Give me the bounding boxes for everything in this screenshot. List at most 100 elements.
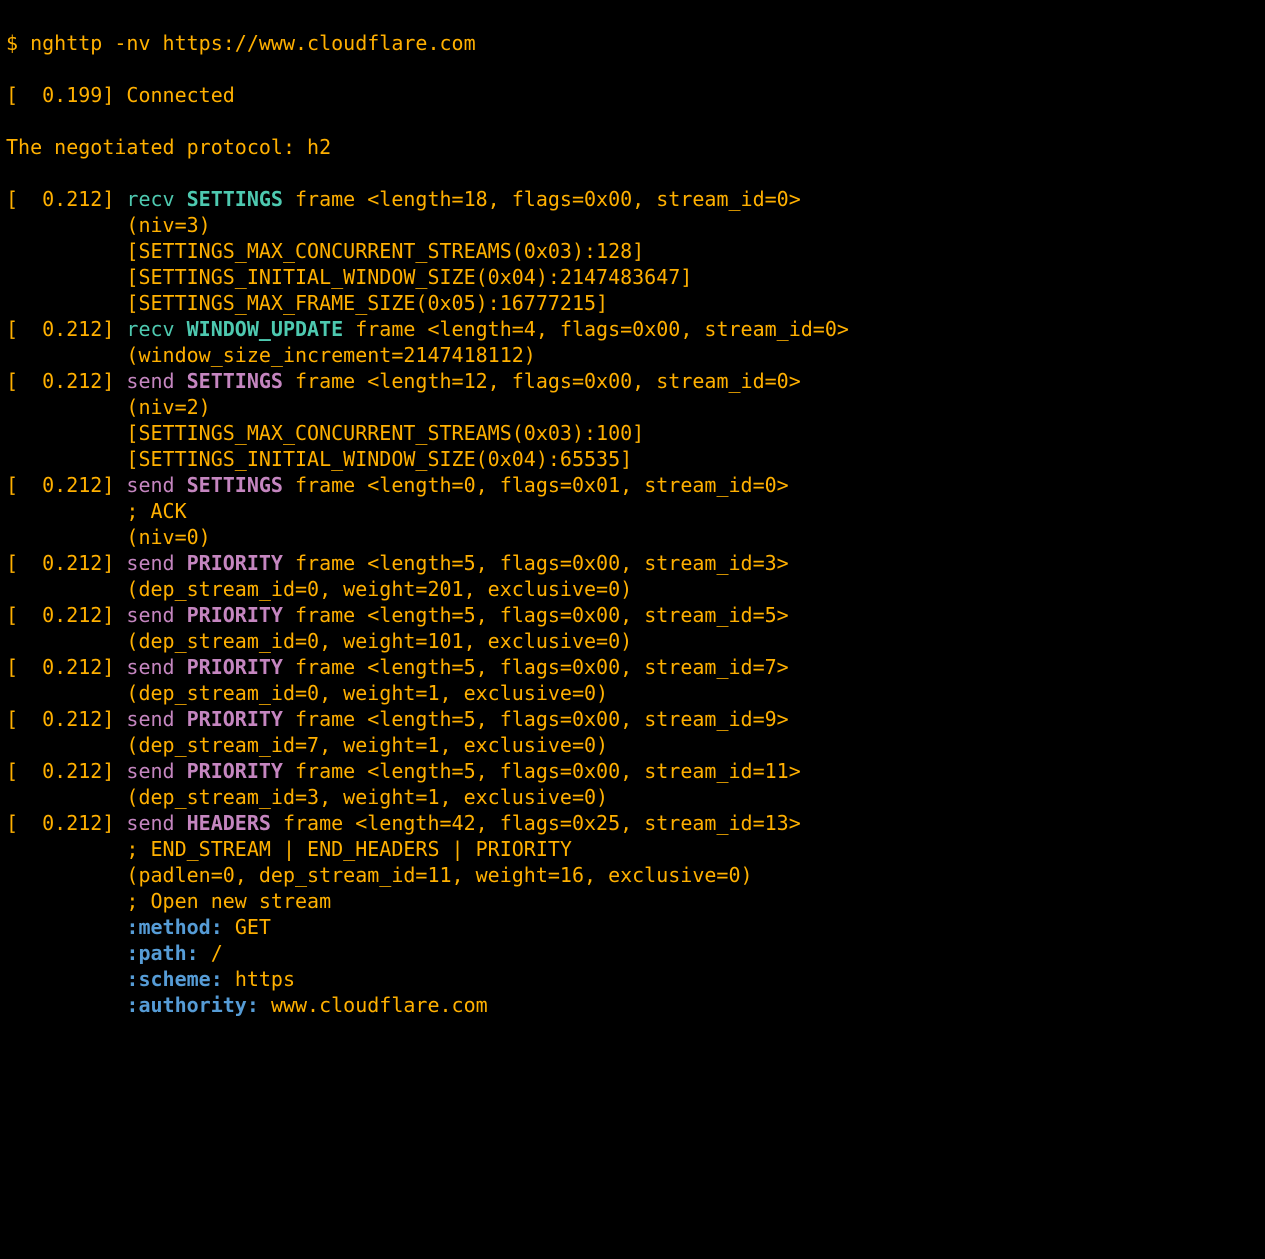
frame-keyword: PRIORITY xyxy=(187,707,283,731)
frame-desc: frame <length=0, flags=0x01, stream_id=0… xyxy=(283,473,789,497)
timestamp: [ 0.212] xyxy=(6,317,114,341)
recv-label: recv xyxy=(126,187,174,211)
send-label: send xyxy=(126,473,174,497)
pseudo-header-value: www.cloudflare.com xyxy=(271,993,488,1017)
frame-detail-text: (niv=0) xyxy=(126,525,210,549)
frames-block: [ 0.212] recv SETTINGS frame <length=18,… xyxy=(6,186,1259,1018)
send-label: send xyxy=(126,811,174,835)
frame-detail: [SETTINGS_MAX_CONCURRENT_STREAMS(0x03):1… xyxy=(6,238,1259,264)
frame-detail-text: (dep_stream_id=0, weight=101, exclusive=… xyxy=(126,629,632,653)
send-label: send xyxy=(126,759,174,783)
frame-header: [ 0.212] send SETTINGS frame <length=12,… xyxy=(6,368,1259,394)
command-line: $ nghttp -nv https://www.cloudflare.com xyxy=(6,30,1259,56)
prompt: $ xyxy=(6,31,30,55)
timestamp: [ 0.212] xyxy=(6,655,114,679)
colon: : xyxy=(211,915,223,939)
timestamp: [ 0.199] xyxy=(6,83,114,107)
connected-text: Connected xyxy=(114,83,234,107)
colon: : xyxy=(247,993,259,1017)
pseudo-header-name: :method xyxy=(126,915,210,939)
colon: : xyxy=(187,941,199,965)
frame-detail-text: (niv=3) xyxy=(126,213,210,237)
timestamp: [ 0.212] xyxy=(6,811,114,835)
frame-header: [ 0.212] send PRIORITY frame <length=5, … xyxy=(6,758,1259,784)
pseudo-header: :scheme: https xyxy=(6,966,1259,992)
frame-header: [ 0.212] send PRIORITY frame <length=5, … xyxy=(6,706,1259,732)
frame-header: [ 0.212] send PRIORITY frame <length=5, … xyxy=(6,602,1259,628)
frame-detail-text: ; END_STREAM | END_HEADERS | PRIORITY xyxy=(126,837,572,861)
frame-detail-text: (dep_stream_id=0, weight=201, exclusive=… xyxy=(126,577,632,601)
frame-detail-text: [SETTINGS_MAX_FRAME_SIZE(0x05):16777215] xyxy=(126,291,608,315)
frame-detail-text: [SETTINGS_INITIAL_WINDOW_SIZE(0x04):2147… xyxy=(126,265,692,289)
frame-detail-text: [SETTINGS_MAX_CONCURRENT_STREAMS(0x03):1… xyxy=(126,421,644,445)
negotiated-line: The negotiated protocol: h2 xyxy=(6,134,1259,160)
timestamp: [ 0.212] xyxy=(6,759,114,783)
terminal-output: $ nghttp -nv https://www.cloudflare.com … xyxy=(0,0,1265,1048)
frame-detail: ; ACK xyxy=(6,498,1259,524)
frame-detail-text: (window_size_increment=2147418112) xyxy=(126,343,535,367)
timestamp: [ 0.212] xyxy=(6,187,114,211)
send-label: send xyxy=(126,551,174,575)
pseudo-header-value: GET xyxy=(235,915,271,939)
pseudo-header-name: :path xyxy=(126,941,186,965)
frame-header: [ 0.212] recv SETTINGS frame <length=18,… xyxy=(6,186,1259,212)
frame-header: [ 0.212] send SETTINGS frame <length=0, … xyxy=(6,472,1259,498)
frame-desc: frame <length=12, flags=0x00, stream_id=… xyxy=(283,369,801,393)
pseudo-header-name: :scheme xyxy=(126,967,210,991)
frame-header: [ 0.212] send HEADERS frame <length=42, … xyxy=(6,810,1259,836)
frame-keyword: SETTINGS xyxy=(187,473,283,497)
frame-detail-text: (padlen=0, dep_stream_id=11, weight=16, … xyxy=(126,863,752,887)
frame-header: [ 0.212] send PRIORITY frame <length=5, … xyxy=(6,654,1259,680)
frame-keyword: SETTINGS xyxy=(187,187,283,211)
connected-line: [ 0.199] Connected xyxy=(6,82,1259,108)
frame-detail-text: ; Open new stream xyxy=(126,889,331,913)
frame-detail: (niv=0) xyxy=(6,524,1259,550)
pseudo-header-value: https xyxy=(235,967,295,991)
frame-keyword: WINDOW_UPDATE xyxy=(187,317,344,341)
frame-detail: (window_size_increment=2147418112) xyxy=(6,342,1259,368)
frame-detail: [SETTINGS_MAX_CONCURRENT_STREAMS(0x03):1… xyxy=(6,420,1259,446)
frame-detail: (dep_stream_id=0, weight=201, exclusive=… xyxy=(6,576,1259,602)
frame-detail: [SETTINGS_INITIAL_WINDOW_SIZE(0x04):2147… xyxy=(6,264,1259,290)
frame-keyword: PRIORITY xyxy=(187,655,283,679)
pseudo-header-value: / xyxy=(211,941,223,965)
frame-desc: frame <length=42, flags=0x25, stream_id=… xyxy=(271,811,801,835)
frame-keyword: HEADERS xyxy=(187,811,271,835)
send-label: send xyxy=(126,369,174,393)
pseudo-header: :path: / xyxy=(6,940,1259,966)
timestamp: [ 0.212] xyxy=(6,707,114,731)
frame-detail: ; END_STREAM | END_HEADERS | PRIORITY xyxy=(6,836,1259,862)
frame-detail-text: [SETTINGS_INITIAL_WINDOW_SIZE(0x04):6553… xyxy=(126,447,632,471)
frame-keyword: PRIORITY xyxy=(187,603,283,627)
frame-header: [ 0.212] send PRIORITY frame <length=5, … xyxy=(6,550,1259,576)
frame-header: [ 0.212] recv WINDOW_UPDATE frame <lengt… xyxy=(6,316,1259,342)
colon: : xyxy=(211,967,223,991)
frame-detail: (niv=2) xyxy=(6,394,1259,420)
frame-desc: frame <length=5, flags=0x00, stream_id=3… xyxy=(283,551,789,575)
frame-detail-text: [SETTINGS_MAX_CONCURRENT_STREAMS(0x03):1… xyxy=(126,239,644,263)
frame-keyword: PRIORITY xyxy=(187,551,283,575)
recv-label: recv xyxy=(126,317,174,341)
pseudo-header-name: :authority xyxy=(126,993,246,1017)
frame-detail: ; Open new stream xyxy=(6,888,1259,914)
frame-desc: frame <length=18, flags=0x00, stream_id=… xyxy=(283,187,801,211)
frame-detail: [SETTINGS_MAX_FRAME_SIZE(0x05):16777215] xyxy=(6,290,1259,316)
frame-detail: [SETTINGS_INITIAL_WINDOW_SIZE(0x04):6553… xyxy=(6,446,1259,472)
timestamp: [ 0.212] xyxy=(6,551,114,575)
frame-detail-text: ; ACK xyxy=(126,499,186,523)
timestamp: [ 0.212] xyxy=(6,603,114,627)
timestamp: [ 0.212] xyxy=(6,369,114,393)
frame-detail-text: (dep_stream_id=0, weight=1, exclusive=0) xyxy=(126,681,608,705)
frame-detail: (dep_stream_id=0, weight=1, exclusive=0) xyxy=(6,680,1259,706)
timestamp: [ 0.212] xyxy=(6,473,114,497)
frame-detail: (niv=3) xyxy=(6,212,1259,238)
command-text: nghttp -nv https://www.cloudflare.com xyxy=(30,31,476,55)
send-label: send xyxy=(126,655,174,679)
frame-detail: (padlen=0, dep_stream_id=11, weight=16, … xyxy=(6,862,1259,888)
frame-desc: frame <length=5, flags=0x00, stream_id=7… xyxy=(283,655,789,679)
frame-desc: frame <length=5, flags=0x00, stream_id=1… xyxy=(283,759,801,783)
frame-keyword: PRIORITY xyxy=(187,759,283,783)
frame-detail-text: (dep_stream_id=3, weight=1, exclusive=0) xyxy=(126,785,608,809)
frame-detail: (dep_stream_id=3, weight=1, exclusive=0) xyxy=(6,784,1259,810)
pseudo-header: :method: GET xyxy=(6,914,1259,940)
